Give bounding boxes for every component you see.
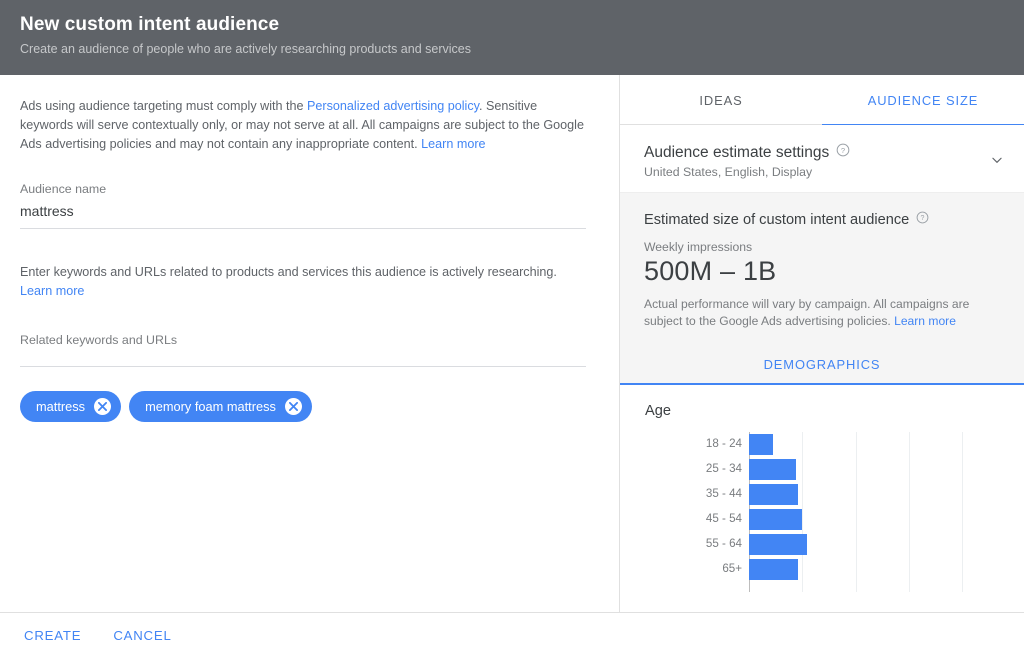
cancel-button[interactable]: CANCEL (103, 620, 181, 651)
close-circle-icon[interactable] (284, 398, 302, 415)
estimate-disclaimer: Actual performance will vary by campaign… (644, 296, 974, 329)
help-circle-icon[interactable]: ? (836, 143, 850, 162)
keyword-chip-label: mattress (36, 399, 86, 414)
age-bar-label: 45 - 54 (705, 512, 742, 525)
age-bar-row: 35 - 44 (620, 482, 1024, 507)
svg-text:?: ? (841, 146, 845, 155)
age-bar-label: 25 - 34 (705, 462, 742, 475)
dialog-header: New custom intent audience Create an aud… (0, 0, 1024, 75)
audience-estimate-settings-row[interactable]: Audience estimate settings ? United Stat… (620, 125, 1024, 192)
age-bar-row: 65+ (620, 557, 1024, 582)
help-circle-icon[interactable]: ? (916, 211, 929, 228)
age-bar[interactable] (749, 509, 803, 530)
age-chart-section: Age 18 - 24 25 - 34 35 - 44 45 - 54 55 - 64 6… (620, 385, 1024, 592)
keyword-chip[interactable]: memory foam mattress (129, 391, 312, 422)
audience-name-label: Audience name (20, 182, 107, 196)
related-keywords-input[interactable] (20, 347, 586, 367)
svg-text:?: ? (921, 215, 925, 222)
tab-ideas[interactable]: IDEAS (620, 75, 822, 125)
estimate-learn-more-link[interactable]: Learn more (894, 314, 956, 328)
keyword-chip-list: mattress memory foam mattress (20, 391, 599, 422)
new-custom-intent-audience-dialog: New custom intent audience Create an aud… (0, 0, 1024, 657)
age-bar-label: 55 - 64 (705, 537, 742, 550)
chevron-down-icon[interactable] (990, 153, 1004, 167)
age-bar[interactable] (749, 534, 807, 555)
keywords-learn-more-link[interactable]: Learn more (20, 284, 84, 298)
tab-audience-size-label: AUDIENCE SIZE (867, 92, 979, 108)
age-bar-label: 65+ (722, 562, 742, 575)
right-panel: IDEAS AUDIENCE SIZE Audience estimate se… (620, 75, 1024, 612)
dialog-footer: CREATE CANCEL (0, 612, 1024, 657)
age-bar-chart: 18 - 24 25 - 34 35 - 44 45 - 54 55 - 64 65+ (620, 432, 1024, 592)
age-bar-row: 25 - 34 (620, 457, 1024, 482)
close-circle-icon[interactable] (94, 398, 112, 415)
age-bar[interactable] (749, 559, 798, 580)
tab-audience-size[interactable]: AUDIENCE SIZE (822, 75, 1024, 126)
age-bar-row: 45 - 54 (620, 507, 1024, 532)
age-bar-row: 18 - 24 (620, 432, 1024, 457)
related-keywords-label: Related keywords and URLs (20, 333, 178, 347)
age-bar-label: 35 - 44 (705, 487, 742, 500)
age-bar[interactable] (749, 434, 774, 455)
page-title: New custom intent audience (20, 14, 280, 35)
audience-name-field-group: Audience name mattress (20, 182, 599, 229)
age-bar-label: 18 - 24 (705, 437, 742, 450)
keyword-chip[interactable]: mattress (20, 391, 122, 422)
tab-demographics-label: DEMOGRAPHICS (763, 356, 881, 372)
create-button[interactable]: CREATE (14, 620, 91, 651)
age-bar[interactable] (749, 484, 798, 505)
tab-demographics[interactable]: DEMOGRAPHICS (764, 357, 881, 372)
weekly-impressions-value: 500M – 1B (644, 256, 777, 286)
age-bar[interactable] (749, 459, 796, 480)
demographics-tab-bar: DEMOGRAPHICS (620, 345, 1024, 385)
estimated-size-title: Estimated size of custom intent audience… (644, 211, 1000, 228)
age-bar-row: 55 - 64 (620, 532, 1024, 557)
audience-estimate-settings-label: Audience estimate settings (644, 143, 830, 161)
tab-ideas-label: IDEAS (699, 92, 743, 108)
audience-name-input[interactable]: mattress (20, 196, 586, 229)
keywords-instruction: Enter keywords and URLs related to produ… (20, 263, 588, 301)
policy-learn-more-link[interactable]: Learn more (421, 137, 485, 151)
estimated-size-label: Estimated size of custom intent audience (644, 211, 910, 228)
estimated-size-section: Estimated size of custom intent audience… (620, 192, 1024, 345)
keywords-instruction-text: Enter keywords and URLs related to produ… (20, 265, 557, 279)
audience-estimate-settings-title: Audience estimate settings ? (644, 143, 1000, 162)
policy-disclaimer: Ads using audience targeting must comply… (20, 97, 588, 154)
page-subtitle: Create an audience of people who are act… (20, 42, 471, 56)
left-panel: Ads using audience targeting must comply… (0, 75, 619, 612)
personalized-advertising-policy-link[interactable]: Personalized advertising policy (307, 99, 479, 113)
keyword-chip-label: memory foam mattress (145, 399, 276, 414)
audience-estimate-settings-summary: United States, English, Display (644, 165, 813, 179)
weekly-impressions-label: Weekly impressions (644, 240, 753, 254)
policy-text-part1: Ads using audience targeting must comply… (20, 99, 308, 113)
dialog-body: Ads using audience targeting must comply… (0, 75, 1024, 612)
right-panel-tabs: IDEAS AUDIENCE SIZE (620, 75, 1024, 126)
age-chart-title: Age (645, 403, 671, 419)
